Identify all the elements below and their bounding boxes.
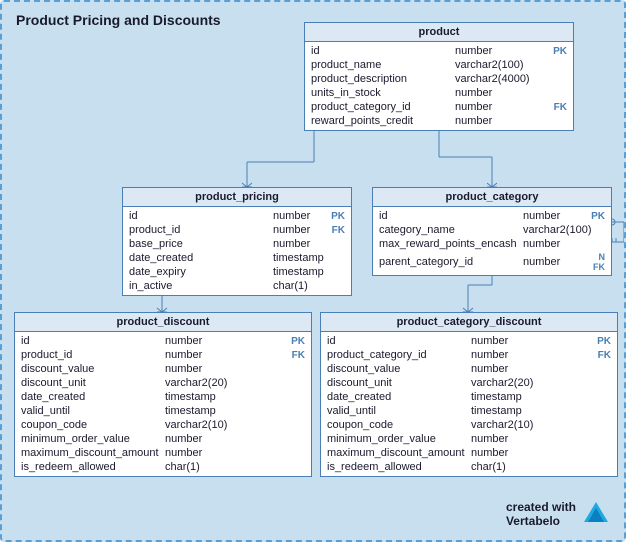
table-row: discount_value number	[321, 362, 617, 376]
table-row: date_created timestamp	[123, 251, 351, 265]
table-row: valid_until timestamp	[321, 404, 617, 418]
table-row: id number PK	[123, 209, 351, 223]
table-row: id number PK	[321, 334, 617, 348]
table-row: minimum_order_value number	[15, 432, 311, 446]
table-row: in_active char(1)	[123, 279, 351, 293]
diagram-container: Product Pricing and Discounts	[0, 0, 626, 542]
table-row: valid_until timestamp	[15, 404, 311, 418]
created-with-label: created with	[506, 500, 576, 514]
table-row: discount_unit varchar2(20)	[15, 376, 311, 390]
table-row: product_name varchar2(100)	[305, 58, 573, 72]
table-row: coupon_code varchar2(10)	[321, 418, 617, 432]
table-product-category-discount-body: id number PK product_category_id number …	[321, 332, 617, 476]
table-row: product_category_id number FK	[305, 100, 573, 114]
table-row: is_redeem_allowed char(1)	[321, 460, 617, 474]
table-row: date_expiry timestamp	[123, 265, 351, 279]
table-row: discount_unit varchar2(20)	[321, 376, 617, 390]
table-row: coupon_code varchar2(10)	[15, 418, 311, 432]
table-product-discount-header: product_discount	[15, 313, 311, 332]
table-product-header: product	[305, 23, 573, 42]
table-product-category-discount: product_category_discount id number PK p…	[320, 312, 618, 477]
table-product: product id number PK product_name varcha…	[304, 22, 574, 131]
table-row: base_price number	[123, 237, 351, 251]
table-row: date_created timestamp	[15, 390, 311, 404]
table-row: id number PK	[15, 334, 311, 348]
table-product-pricing: product_pricing id number PK product_id …	[122, 187, 352, 296]
table-product-pricing-header: product_pricing	[123, 188, 351, 207]
table-row: is_redeem_allowed char(1)	[15, 460, 311, 474]
table-product-category-header: product_category	[373, 188, 611, 207]
table-row: date_created timestamp	[321, 390, 617, 404]
table-product-category: product_category id number PK category_n…	[372, 187, 612, 276]
vertabelo-logo-icon	[580, 498, 612, 530]
table-row: product_description varchar2(4000)	[305, 72, 573, 86]
table-row: product_category_id number FK	[321, 348, 617, 362]
table-row: maximum_discount_amount number	[321, 446, 617, 460]
branding: created with Vertabelo	[506, 498, 612, 530]
table-row: maximum_discount_amount number	[15, 446, 311, 460]
table-row: product_id number FK	[123, 223, 351, 237]
table-row: reward_points_credit number	[305, 114, 573, 128]
table-row: max_reward_points_encash number	[373, 237, 611, 251]
table-row: minimum_order_value number	[321, 432, 617, 446]
table-row: category_name varchar2(100)	[373, 223, 611, 237]
table-product-pricing-body: id number PK product_id number FK base_p…	[123, 207, 351, 295]
table-product-category-discount-header: product_category_discount	[321, 313, 617, 332]
table-row: id number PK	[373, 209, 611, 223]
table-row: units_in_stock number	[305, 86, 573, 100]
table-product-discount: product_discount id number PK product_id…	[14, 312, 312, 477]
table-row: discount_value number	[15, 362, 311, 376]
table-row: id number PK	[305, 44, 573, 58]
table-row: product_id number FK	[15, 348, 311, 362]
branding-text: created with Vertabelo	[506, 500, 576, 529]
table-row: parent_category_id number N FK	[373, 251, 611, 273]
table-product-category-body: id number PK category_name varchar2(100)…	[373, 207, 611, 275]
table-product-body: id number PK product_name varchar2(100) …	[305, 42, 573, 130]
vertabelo-logo	[580, 498, 612, 530]
table-product-discount-body: id number PK product_id number FK discou…	[15, 332, 311, 476]
vertabelo-name: Vertabelo	[506, 514, 576, 528]
